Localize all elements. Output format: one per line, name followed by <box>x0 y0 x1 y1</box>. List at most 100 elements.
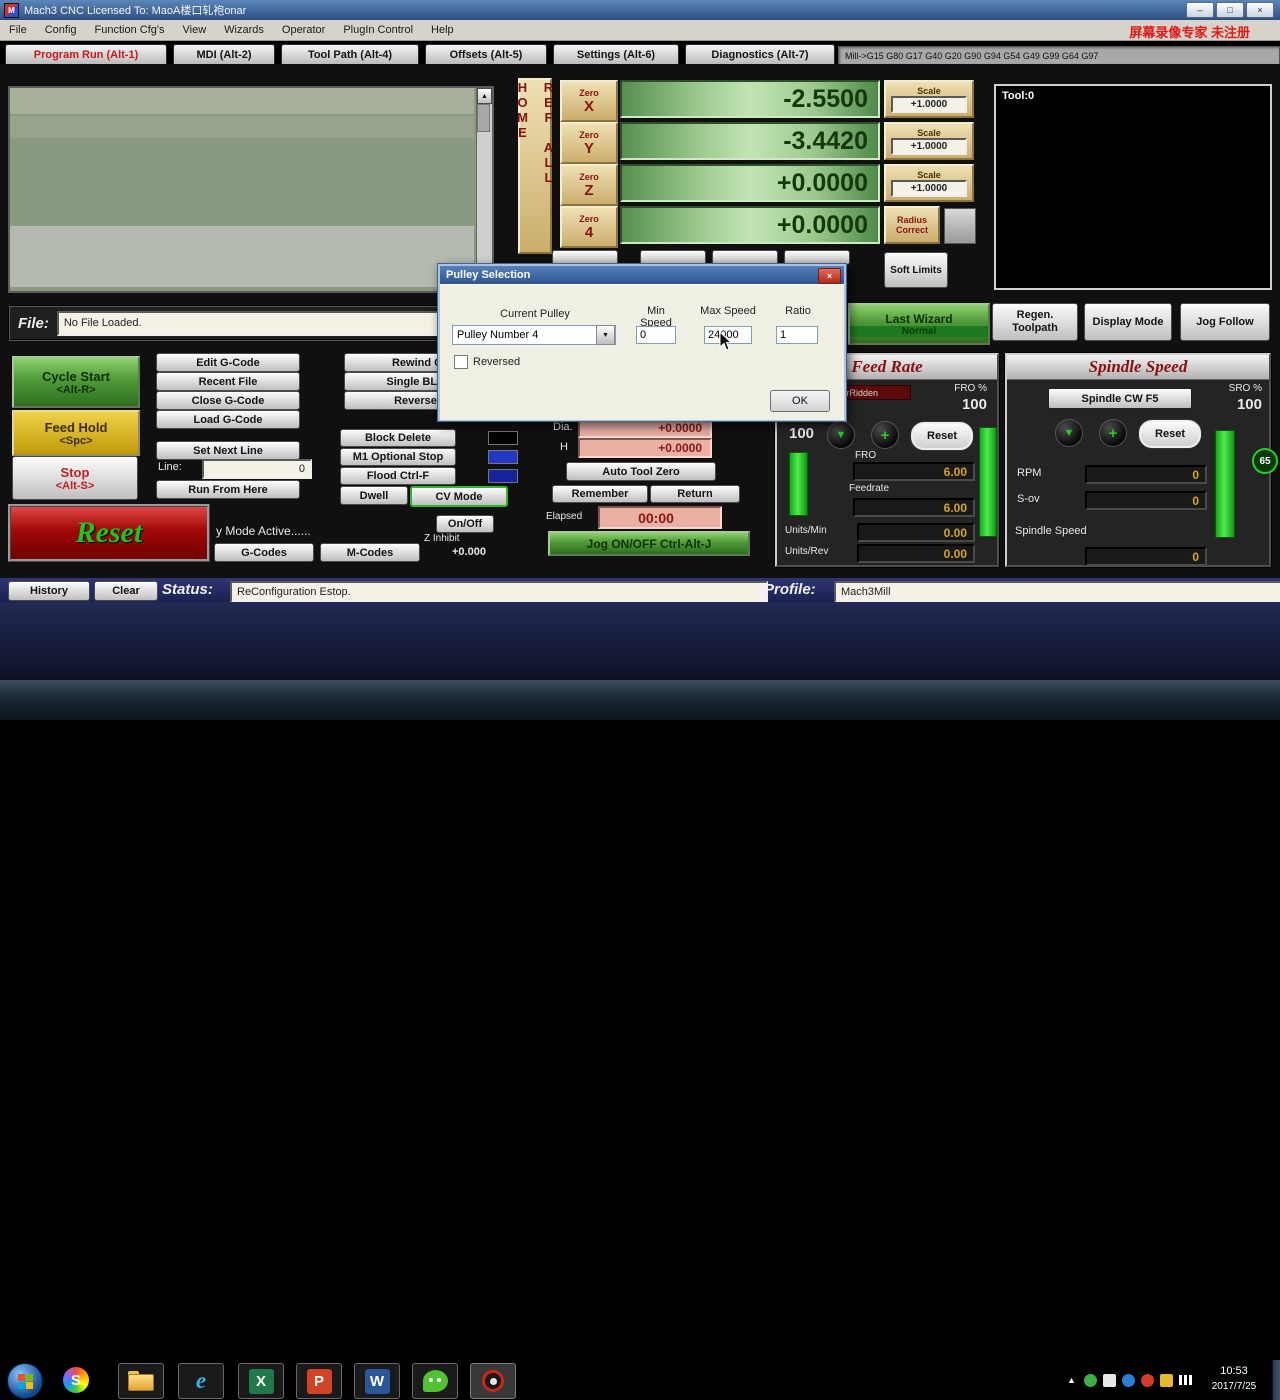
regen-toolpath-button[interactable]: Regen. Toolpath <box>992 303 1078 341</box>
show-desktop-button[interactable] <box>1272 1360 1280 1400</box>
scale-y-value[interactable]: +1.0000 <box>891 137 967 155</box>
radius-correct-button[interactable]: Radius Correct <box>884 206 940 244</box>
tray-network-icon[interactable] <box>1179 1375 1192 1385</box>
taskbar-explorer-button[interactable] <box>118 1363 164 1399</box>
tab-settings[interactable]: Settings (Alt-6) <box>553 44 679 66</box>
ref-all-home-button[interactable]: REF ALL HOME <box>515 78 556 254</box>
menu-help[interactable]: Help <box>422 20 463 40</box>
m1-optional-stop-button[interactable]: M1 Optional Stop <box>340 448 456 466</box>
toolpath-display[interactable]: Tool:0 <box>994 84 1272 290</box>
recent-file-button[interactable]: Recent File <box>156 372 300 391</box>
dro-x-value[interactable]: -2.5500 <box>620 80 880 118</box>
taskbar-excel-button[interactable]: X <box>238 1363 284 1399</box>
display-mode-button[interactable]: Display Mode <box>1084 303 1172 341</box>
tray-cloud-icon[interactable] <box>1122 1373 1135 1387</box>
h-value[interactable]: +0.0000 <box>578 438 712 458</box>
dro-z-value[interactable]: +0.0000 <box>620 164 880 202</box>
scrollbar-thumb[interactable] <box>477 104 490 132</box>
feed-reset-button[interactable]: Reset <box>911 422 973 450</box>
scale-z[interactable]: Scale +1.0000 <box>884 164 974 202</box>
fro-value[interactable]: 6.00 <box>853 462 975 481</box>
dialog-titlebar[interactable]: Pulley Selection × <box>440 266 844 284</box>
spindle-increase-button[interactable]: + <box>1099 419 1127 447</box>
tray-recorder-icon[interactable] <box>1141 1373 1154 1387</box>
min-speed-input[interactable] <box>636 326 676 344</box>
history-button[interactable]: History <box>8 581 90 601</box>
spindle-cw-button[interactable]: Spindle CW F5 <box>1047 387 1193 410</box>
soft-limits-button[interactable]: Soft Limits <box>884 252 948 288</box>
dro-4-value[interactable]: +0.0000 <box>620 206 880 244</box>
tray-expand-icon[interactable]: ▲ <box>1065 1374 1078 1387</box>
start-button[interactable] <box>7 1363 43 1399</box>
pulley-select[interactable]: Pulley Number 4 ▼ <box>452 325 616 345</box>
close-gcode-button[interactable]: Close G-Code <box>156 391 300 410</box>
feedrate-value[interactable]: 6.00 <box>853 498 975 517</box>
remember-button[interactable]: Remember <box>552 485 648 503</box>
edit-gcode-button[interactable]: Edit G-Code <box>156 353 300 372</box>
flood-button[interactable]: Flood Ctrl-F <box>340 467 456 485</box>
menu-file[interactable]: File <box>0 20 36 40</box>
dialog-close-button[interactable]: × <box>818 268 841 284</box>
menu-operator[interactable]: Operator <box>273 20 334 40</box>
chevron-down-icon[interactable]: ▼ <box>596 325 615 345</box>
taskbar-recorder-button[interactable] <box>470 1363 516 1399</box>
ok-button[interactable]: OK <box>770 390 830 412</box>
scale-x-value[interactable]: +1.0000 <box>891 95 967 113</box>
block-delete-button[interactable]: Block Delete <box>340 429 456 447</box>
tab-offsets[interactable]: Offsets (Alt-5) <box>425 44 547 66</box>
tab-mdi[interactable]: MDI (Alt-2) <box>173 44 275 66</box>
tab-program-run[interactable]: Program Run (Alt-1) <box>5 44 167 66</box>
run-from-here-button[interactable]: Run From Here <box>156 480 300 499</box>
maximize-button[interactable]: □ <box>1216 2 1244 18</box>
zero-4-button[interactable]: Zero 4 <box>560 206 618 248</box>
tray-antivirus-icon[interactable] <box>1084 1373 1097 1387</box>
tab-tool-path[interactable]: Tool Path (Alt-4) <box>281 44 419 66</box>
feed-increase-button[interactable]: + <box>871 421 899 449</box>
menu-view[interactable]: View <box>174 20 216 40</box>
auto-tool-zero-button[interactable]: Auto Tool Zero <box>566 462 716 481</box>
feedrate-bar[interactable] <box>979 427 997 537</box>
taskbar-wechat-button[interactable] <box>412 1363 458 1399</box>
minimize-button[interactable]: – <box>1186 2 1214 18</box>
taskbar-browser-button[interactable]: S <box>54 1363 98 1397</box>
mcodes-button[interactable]: M-Codes <box>320 543 420 562</box>
line-number-field[interactable]: 0 <box>202 459 312 479</box>
tab-diagnostics[interactable]: Diagnostics (Alt-7) <box>685 44 835 66</box>
reset-button[interactable]: Reset <box>8 504 210 562</box>
reversed-checkbox[interactable] <box>454 355 468 369</box>
on-off-button[interactable]: On/Off <box>436 515 494 533</box>
menu-config[interactable]: Config <box>36 20 86 40</box>
gcode-display[interactable]: ▲ <box>8 86 494 293</box>
stop-button[interactable]: Stop <Alt-S> <box>12 456 138 500</box>
zero-x-button[interactable]: Zero X <box>560 80 618 122</box>
cv-mode-button[interactable]: CV Mode <box>410 486 508 507</box>
overlay-badge[interactable]: 65 <box>1252 448 1278 474</box>
zero-y-button[interactable]: Zero Y <box>560 122 618 164</box>
zero-z-button[interactable]: Zero Z <box>560 164 618 206</box>
gcodes-button[interactable]: G-Codes <box>214 543 314 562</box>
spindle-reset-button[interactable]: Reset <box>1139 420 1201 448</box>
jog-onoff-button[interactable]: Jog ON/OFF Ctrl-Alt-J <box>548 531 750 556</box>
scale-y[interactable]: Scale +1.0000 <box>884 122 974 160</box>
close-button[interactable]: × <box>1246 2 1274 18</box>
spindle-override-slider[interactable] <box>1215 430 1235 538</box>
gcode-scrollbar[interactable]: ▲ <box>476 88 492 287</box>
dro-y-value[interactable]: -3.4420 <box>620 122 880 160</box>
menu-wizards[interactable]: Wizards <box>215 20 273 40</box>
reversed-checkbox-row[interactable]: Reversed <box>454 355 520 369</box>
spindle-decrease-button[interactable]: ▼ <box>1055 419 1083 447</box>
menu-plugin-control[interactable]: PlugIn Control <box>334 20 422 40</box>
return-button[interactable]: Return <box>650 485 740 503</box>
taskbar-clock[interactable]: 10:53 2017/7/25 <box>1200 1364 1268 1396</box>
ratio-input[interactable] <box>776 326 818 344</box>
scale-z-value[interactable]: +1.0000 <box>891 179 967 197</box>
set-next-line-button[interactable]: Set Next Line <box>156 441 300 460</box>
feed-override-slider[interactable] <box>789 452 808 516</box>
clear-button[interactable]: Clear <box>94 581 158 601</box>
cycle-start-button[interactable]: Cycle Start <Alt-R> <box>12 356 140 408</box>
tray-app-icon[interactable] <box>1103 1373 1116 1387</box>
feed-hold-button[interactable]: Feed Hold <Spc> <box>12 410 140 456</box>
taskbar-ie-button[interactable]: e <box>178 1363 224 1399</box>
taskbar-word-button[interactable]: W <box>354 1363 400 1399</box>
scale-x[interactable]: Scale +1.0000 <box>884 80 974 118</box>
